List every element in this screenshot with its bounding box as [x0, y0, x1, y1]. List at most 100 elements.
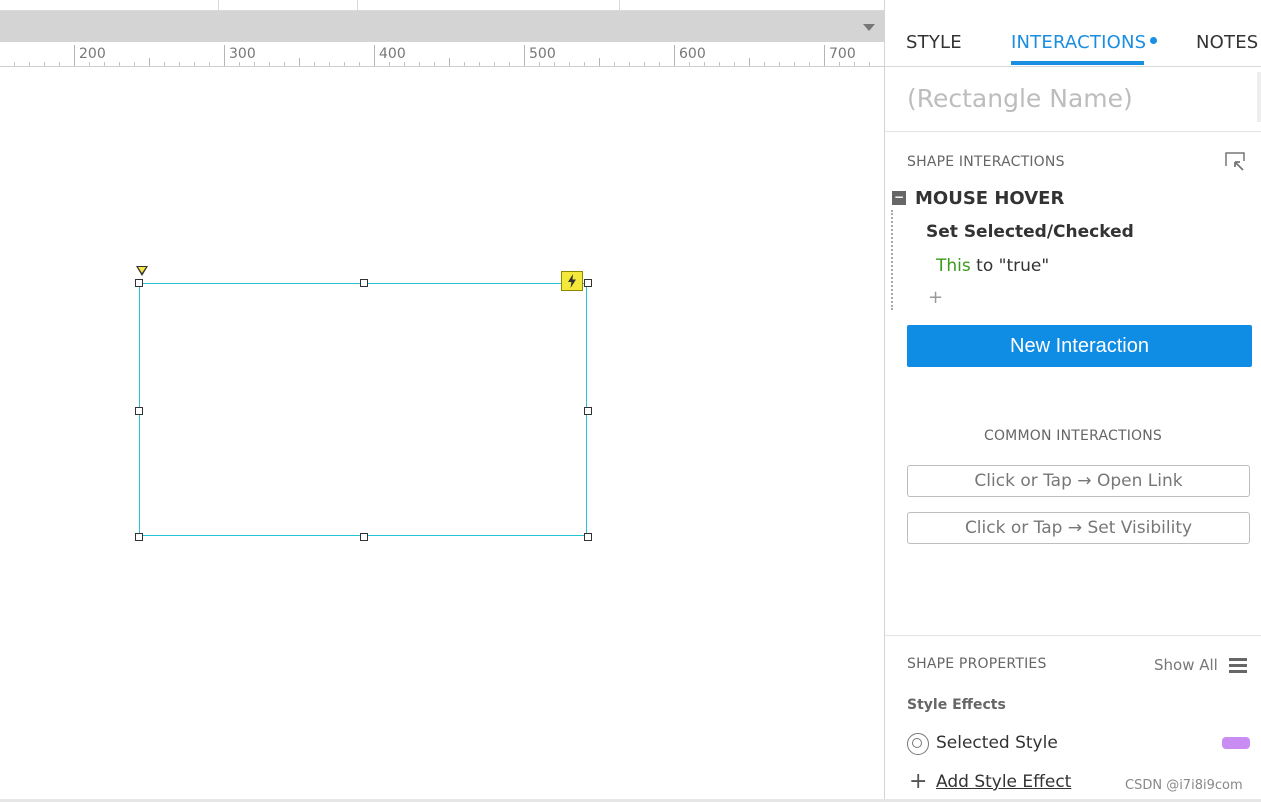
collapse-icon[interactable]: − — [892, 191, 906, 205]
ruler-tick — [254, 62, 255, 66]
resize-handle-top-right[interactable] — [584, 279, 592, 287]
ruler-tick — [119, 62, 120, 66]
tab-style[interactable]: STYLE — [906, 32, 962, 53]
ruler-tick — [359, 62, 360, 66]
common-interaction-set-visibility[interactable]: Click or Tap → Set Visibility — [907, 512, 1250, 544]
ruler-tick — [449, 58, 450, 66]
ruler-tick — [524, 45, 525, 66]
add-style-effect-link[interactable]: Add Style Effect — [936, 772, 1071, 792]
tab-notes[interactable]: NOTES — [1196, 32, 1258, 53]
show-all-button[interactable]: Show All — [1154, 656, 1218, 674]
ruler-tick — [719, 62, 720, 66]
ruler-tick — [434, 62, 435, 66]
ruler-tick — [854, 62, 855, 66]
ruler-tick — [404, 62, 405, 66]
ruler-tick — [239, 62, 240, 66]
ruler-tick — [494, 62, 495, 66]
ruler-label: 300 — [229, 46, 256, 62]
ruler-tick — [794, 62, 795, 66]
action-title[interactable]: Set Selected/Checked — [926, 222, 1134, 242]
selected-style-label[interactable]: Selected Style — [936, 733, 1058, 753]
ruler-tick — [509, 62, 510, 66]
ruler-tick — [74, 45, 75, 66]
ruler-tick — [269, 62, 270, 66]
selection-anchor-icon[interactable] — [136, 266, 148, 276]
top-strip-divider — [619, 0, 620, 10]
page-tab-bar — [0, 11, 885, 42]
lightning-icon[interactable] — [561, 271, 583, 291]
ruler-tick — [539, 62, 540, 66]
selected-style-swatch[interactable] — [1222, 737, 1250, 749]
panel-tab-bar: STYLE INTERACTIONS NOTES — [885, 10, 1261, 67]
ruler-label: 200 — [79, 46, 106, 62]
ruler-tick — [179, 62, 180, 66]
ruler-tick — [314, 62, 315, 66]
ruler-tick — [344, 62, 345, 66]
unsaved-dot-icon — [1150, 36, 1158, 44]
resize-handle-right[interactable] — [584, 407, 592, 415]
horizontal-ruler: 200 300 400 500 600 700 — [0, 42, 885, 67]
divider — [885, 131, 1261, 132]
add-action-icon[interactable]: + — [928, 287, 943, 308]
ruler-label: 400 — [379, 46, 406, 62]
top-strip-divider — [218, 0, 219, 10]
shape-properties-label: SHAPE PROPERTIES — [907, 656, 1047, 672]
ruler-tick — [329, 62, 330, 66]
ruler-tick — [674, 45, 675, 66]
ruler-tick — [824, 45, 825, 66]
ruler-tick — [44, 62, 45, 66]
resize-handle-left[interactable] — [135, 407, 143, 415]
common-interaction-open-link[interactable]: Click or Tap → Open Link — [907, 465, 1250, 497]
action-target: This — [936, 256, 971, 276]
hamburger-menu-icon[interactable] — [1229, 658, 1247, 673]
tab-interactions[interactable]: INTERACTIONS — [1011, 32, 1158, 53]
ruler-tick — [659, 62, 660, 66]
ruler-tick — [104, 62, 105, 66]
plus-icon[interactable]: + — [909, 771, 927, 793]
shape-interactions-label: SHAPE INTERACTIONS — [907, 154, 1065, 170]
ruler-tick — [419, 62, 420, 66]
resize-handle-top[interactable] — [360, 279, 368, 287]
ruler-tick — [584, 62, 585, 66]
resize-handle-bottom-right[interactable] — [584, 533, 592, 541]
resize-handle-bottom-left[interactable] — [135, 533, 143, 541]
ruler-tick — [689, 62, 690, 66]
ruler-tick — [764, 62, 765, 66]
target-icon — [907, 733, 929, 755]
ruler-tick — [779, 62, 780, 66]
chevron-down-icon[interactable] — [863, 24, 875, 31]
ruler-tick — [629, 62, 630, 66]
ruler-tick — [29, 62, 30, 66]
scrollbar[interactable] — [1257, 72, 1261, 122]
common-interactions-label: COMMON INTERACTIONS — [983, 428, 1163, 444]
tree-line — [891, 210, 894, 310]
ruler-tick — [134, 62, 135, 66]
ruler-tick — [194, 62, 195, 66]
tab-interactions-label: INTERACTIONS — [1011, 32, 1147, 53]
ruler-tick — [374, 45, 375, 66]
resize-handle-top-left[interactable] — [135, 279, 143, 287]
ruler-tick — [734, 62, 735, 66]
action-detail[interactable]: This to "true" — [936, 256, 1049, 276]
ruler-tick — [704, 62, 705, 66]
ruler-tick — [299, 58, 300, 66]
rectangle-shape[interactable] — [139, 283, 587, 536]
ruler-tick — [599, 58, 600, 66]
ruler-tick — [14, 62, 15, 66]
select-target-icon[interactable] — [1225, 152, 1245, 172]
ruler-tick — [644, 62, 645, 66]
event-title[interactable]: MOUSE HOVER — [915, 188, 1064, 209]
action-value: to "true" — [970, 256, 1050, 276]
top-strip-divider — [357, 0, 358, 10]
ruler-tick — [869, 62, 870, 66]
ruler-tick — [149, 58, 150, 66]
new-interaction-button[interactable]: New Interaction — [907, 325, 1252, 367]
ruler-tick — [464, 62, 465, 66]
shape-name-input[interactable]: (Rectangle Name) — [907, 84, 1133, 113]
ruler-tick — [809, 62, 810, 66]
resize-handle-bottom[interactable] — [360, 533, 368, 541]
ruler-tick — [479, 62, 480, 66]
ruler-tick — [389, 62, 390, 66]
watermark-text: CSDN @i7i8i9com — [1125, 778, 1243, 793]
ruler-tick — [224, 45, 225, 66]
